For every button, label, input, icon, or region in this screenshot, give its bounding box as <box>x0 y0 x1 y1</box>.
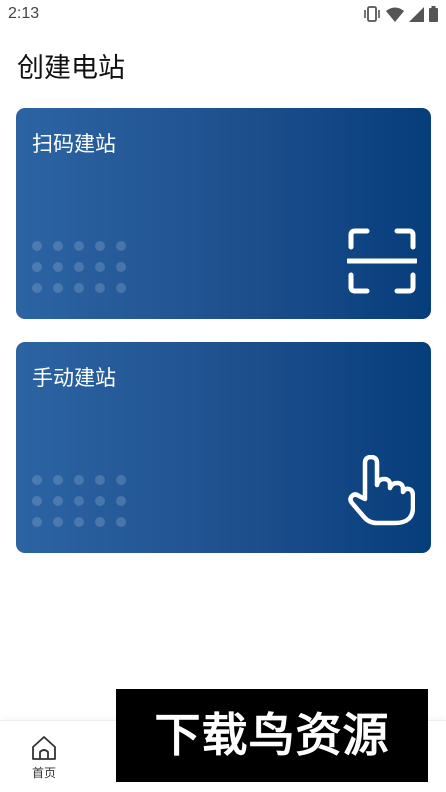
nav-label-home: 首页 <box>31 766 56 780</box>
card-label: 手动建站 <box>32 366 116 390</box>
decorative-dot-grid <box>32 241 127 296</box>
wifi-icon <box>386 7 404 22</box>
nav-item-home[interactable]: 首页 <box>14 735 74 781</box>
manual-create-station-card[interactable]: 手动建站 <box>16 342 431 553</box>
status-time: 2:13 <box>8 5 40 22</box>
status-icons <box>363 6 438 22</box>
scan-icon <box>347 228 417 294</box>
page-title: 创建电站 <box>17 53 125 84</box>
tap-hand-icon <box>348 455 415 526</box>
scan-create-station-card[interactable]: 扫码建站 <box>16 108 431 319</box>
watermark-overlay: 下载鸟资源 <box>116 689 428 782</box>
vibrate-icon <box>364 6 380 22</box>
home-icon <box>32 736 56 760</box>
signal-icon <box>409 6 424 22</box>
watermark-text: 下载鸟资源 <box>154 708 390 762</box>
card-label: 扫码建站 <box>32 132 116 156</box>
status-bar: 2:13 <box>0 0 446 30</box>
decorative-dot-grid <box>32 475 127 530</box>
battery-icon <box>429 6 438 22</box>
